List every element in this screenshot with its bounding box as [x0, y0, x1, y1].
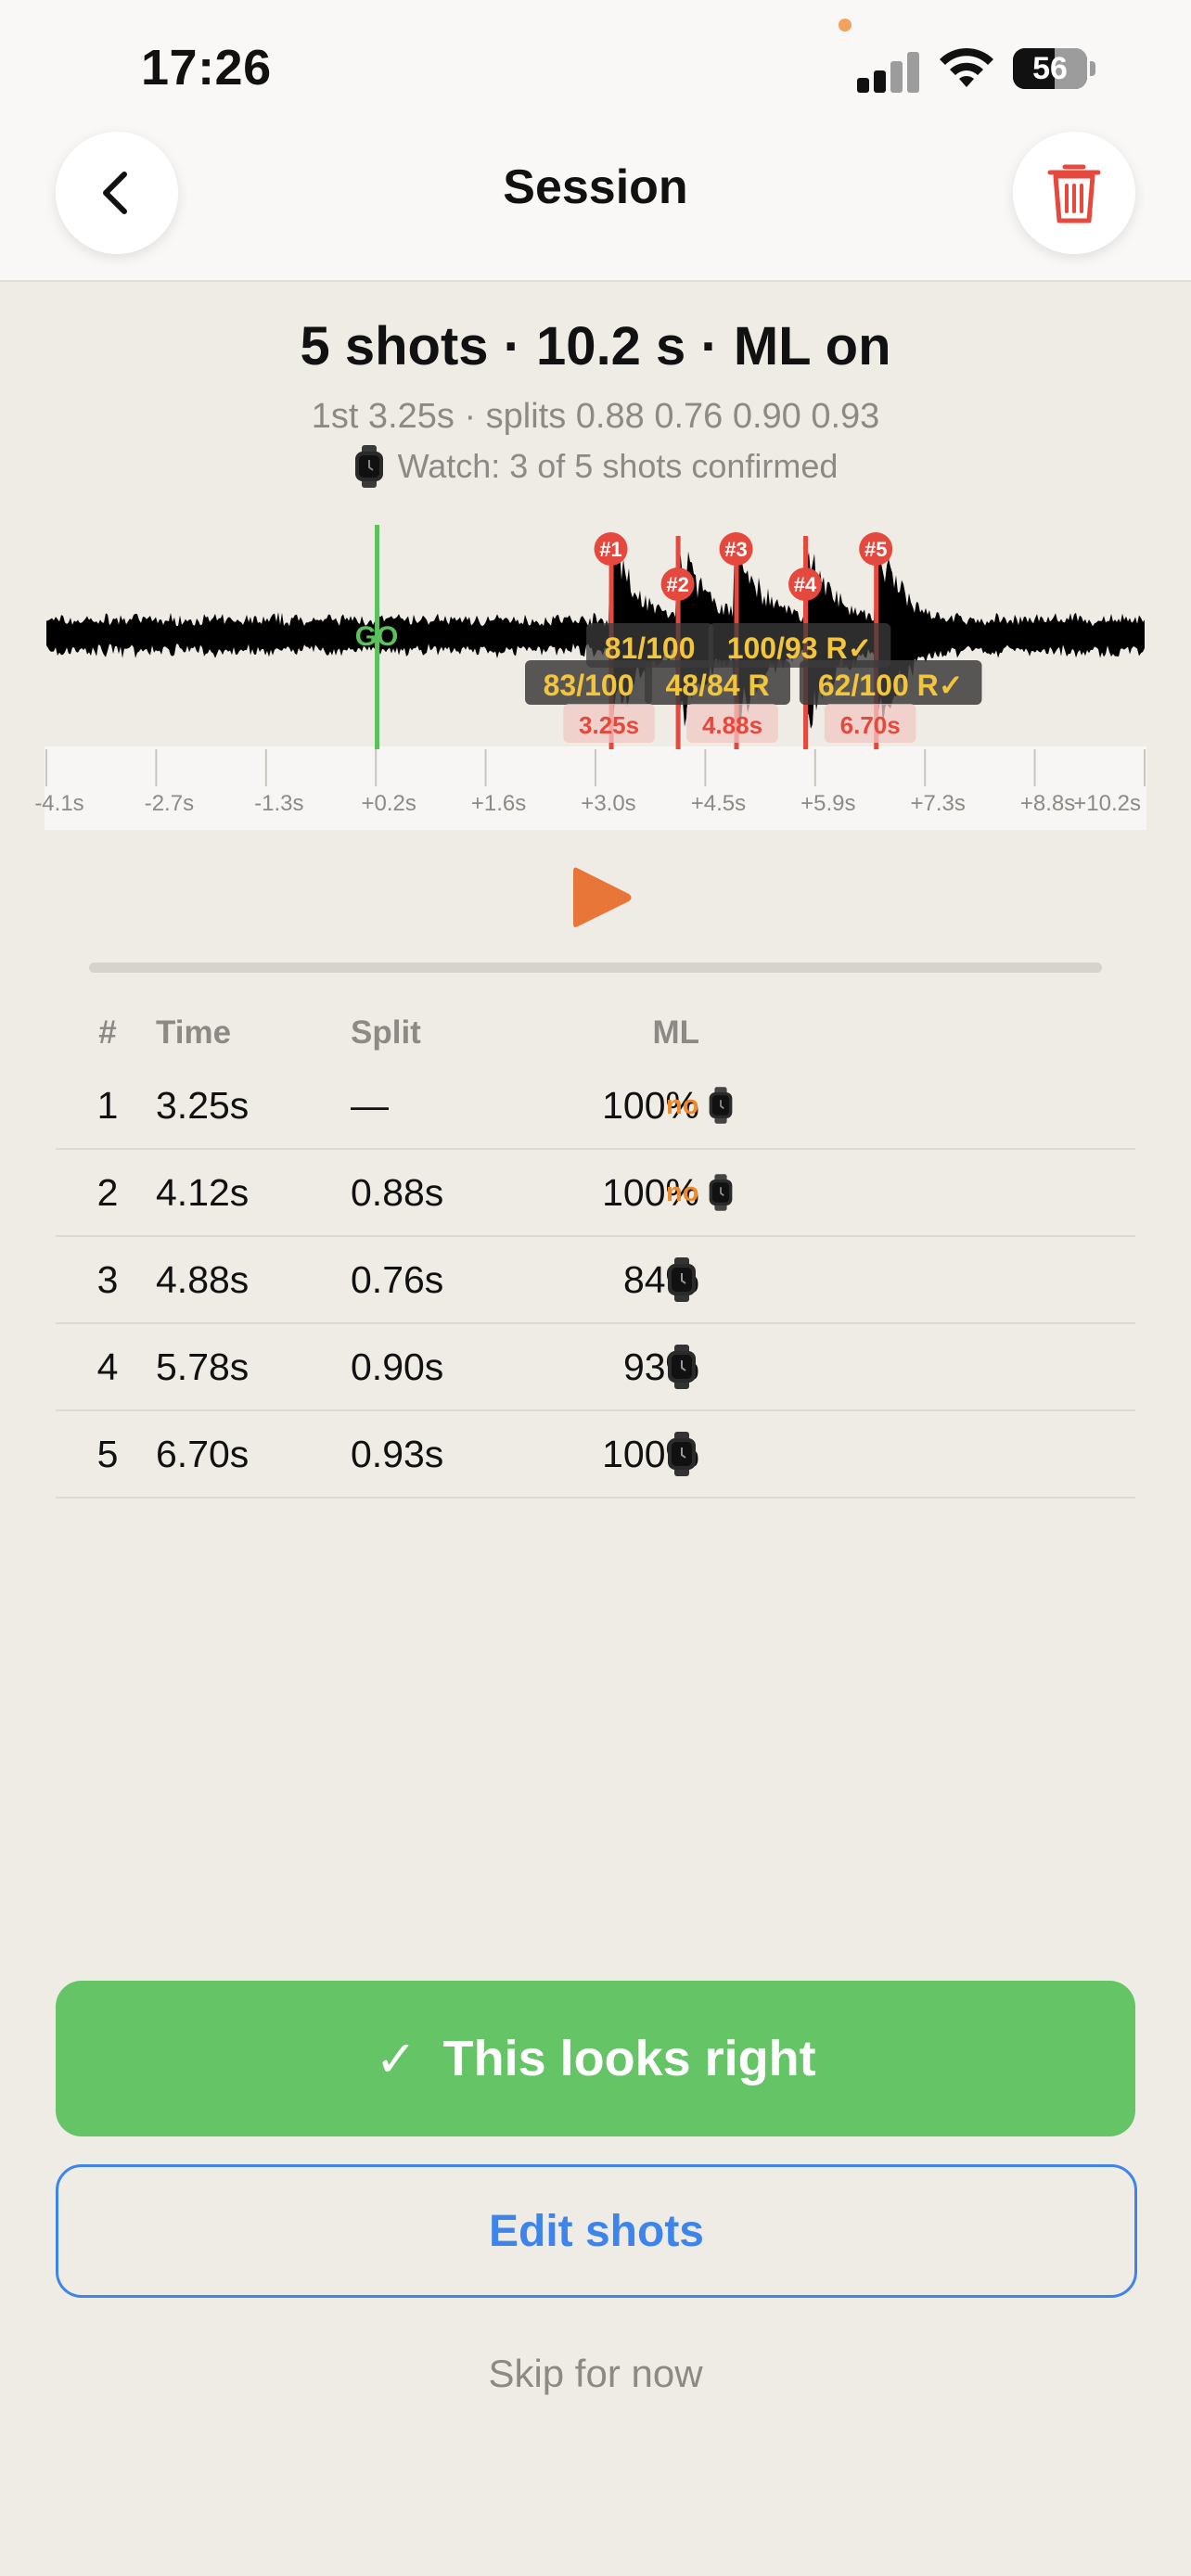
shot-ml-confidence: 100%	[602, 1083, 699, 1127]
playback-progress[interactable]	[89, 963, 1102, 973]
shot-time-tag: 4.88s	[702, 711, 762, 739]
session-splits-summary: 1st 3.25s · splits 0.88 0.76 0.90 0.93	[311, 397, 880, 436]
confirm-button[interactable]: ✓ This looks right	[56, 1981, 1135, 2136]
skip-for-now-link[interactable]: Skip for now	[0, 2352, 1191, 2396]
timeline-tick-label: +0.2s	[362, 791, 416, 816]
shot-marker-label: #4	[794, 573, 817, 596]
battery-level: 56	[1032, 51, 1068, 86]
shot-number: 3	[96, 1257, 119, 1301]
shot-flags: no	[666, 1063, 734, 1148]
shot-number: 4	[96, 1345, 119, 1388]
play-button[interactable]	[570, 862, 634, 933]
timeline-tick-label: +4.5s	[691, 791, 746, 816]
shot-time: 6.70s	[156, 1432, 250, 1475]
shot-flags	[666, 1411, 698, 1497]
shot-ml-confidence: 100%	[602, 1432, 699, 1475]
timeline-tick-label: +1.6s	[471, 791, 526, 816]
shot-flags	[666, 1237, 698, 1322]
shot-time-tag: 6.70s	[840, 711, 901, 739]
shots-table: # Time Split ML 1 3.25s —100% no 2 4.12s 0.88s…	[56, 1003, 1135, 1498]
status-time: 17:26	[141, 40, 272, 96]
edit-shots-button[interactable]: Edit shots	[56, 2164, 1137, 2298]
shot-flags: no	[666, 1150, 734, 1235]
timeline-tick-label: +10.2s	[1073, 791, 1141, 816]
table-row[interactable]: 3 4.88s 0.76s 84%	[56, 1237, 1135, 1324]
shot-time: 4.88s	[156, 1257, 250, 1301]
confirm-button-label: This looks right	[442, 2031, 816, 2086]
timeline-tick-label: -2.7s	[145, 791, 194, 816]
shot-marker-label: #5	[864, 538, 887, 561]
watch-confirmation: Watch: 3 of 5 shots confirmed	[0, 445, 1191, 488]
shot-time: 3.25s	[156, 1083, 250, 1127]
shot-number: 5	[96, 1432, 119, 1475]
watch-icon	[710, 1087, 733, 1124]
delete-button[interactable]	[1013, 132, 1135, 254]
watch-icon	[668, 1432, 696, 1476]
wifi-icon	[940, 47, 993, 87]
ml-score-badge: 100/93 R✓	[727, 631, 873, 665]
table-row[interactable]: 4 5.78s 0.90s 93%	[56, 1324, 1135, 1411]
privacy-dot	[839, 19, 852, 32]
go-marker-label: GO	[355, 621, 399, 652]
watch-confirmation-text: Watch: 3 of 5 shots confirmed	[397, 447, 839, 485]
audio-waveform[interactable]: -4.1s -2.7s -1.3s +0.2s +1.6s +3.0s +4.5s +5.9s…	[0, 510, 1191, 835]
timeline-tick-label: +3.0s	[581, 791, 635, 816]
edit-shots-label: Edit shots	[488, 2206, 704, 2256]
table-row[interactable]: 5 6.70s 0.93s 100%	[56, 1411, 1135, 1498]
session-summary-title: 5 shots · 10.2 s · ML on	[300, 316, 891, 376]
table-row[interactable]: 1 3.25s — 100% no	[56, 1063, 1135, 1150]
watch-icon	[354, 445, 383, 488]
no-watch-tag: no	[666, 1090, 699, 1120]
ml-score-badge: 62/100 R✓	[818, 669, 964, 702]
shots-table-header: # Time Split ML	[56, 1003, 1135, 1063]
battery-icon: 56	[1013, 48, 1096, 91]
play-icon	[573, 867, 632, 927]
watch-icon	[710, 1174, 733, 1211]
ml-score-badge: 81/100	[605, 631, 696, 665]
shot-number: 2	[96, 1170, 119, 1214]
shot-flags	[666, 1324, 698, 1409]
ml-score-badge: 83/100	[544, 669, 634, 702]
no-watch-tag: no	[666, 1177, 699, 1207]
watch-icon	[668, 1345, 696, 1389]
timeline-tick-label: +7.3s	[911, 791, 966, 816]
header-time: Time	[156, 1014, 232, 1051]
timeline-tick-label: +8.8s	[1020, 791, 1075, 816]
ml-score-badge: 48/84 R	[665, 669, 769, 702]
shot-time: 5.78s	[156, 1345, 250, 1388]
header: 17:26 56 Session	[0, 0, 1191, 282]
shot-marker-label: #2	[666, 573, 688, 596]
shot-number: 1	[96, 1083, 119, 1127]
check-icon: ✓	[375, 2031, 417, 2087]
shot-ml-confidence: 93%	[622, 1345, 699, 1388]
shot-ml-confidence: 100%	[602, 1170, 699, 1214]
cellular-signal-icon	[855, 46, 920, 93]
timeline-tick-label: +5.9s	[800, 791, 855, 816]
timeline-tick-label: -1.3s	[254, 791, 303, 816]
table-row[interactable]: 2 4.12s 0.88s 100% no	[56, 1150, 1135, 1237]
watch-icon	[668, 1257, 696, 1302]
timeline-tick-label: -4.1s	[34, 791, 83, 816]
shot-split: —	[351, 1083, 389, 1127]
shot-marker-label: #3	[724, 538, 747, 561]
header-num: #	[98, 1014, 117, 1051]
shot-time-tag: 3.25s	[579, 711, 639, 739]
shot-ml-confidence: 84%	[622, 1257, 699, 1301]
shot-marker-label: #1	[599, 538, 621, 561]
trash-icon	[1047, 164, 1101, 223]
header-ml: ML	[652, 1014, 699, 1051]
shot-time: 4.12s	[156, 1170, 250, 1214]
